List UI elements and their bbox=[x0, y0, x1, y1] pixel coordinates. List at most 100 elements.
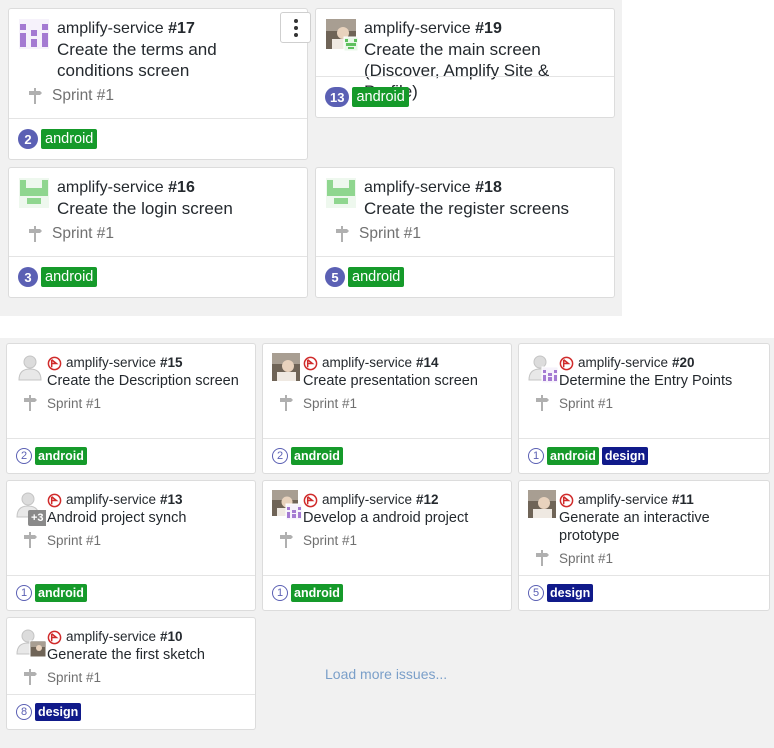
issue-title[interactable]: Create the terms and conditions screen bbox=[57, 39, 297, 81]
issue-card[interactable]: amplify-service #18 Create the register … bbox=[315, 167, 615, 298]
milestone: Sprint #1 bbox=[23, 532, 249, 548]
issue-card[interactable]: amplify-service #19 Create the main scre… bbox=[315, 8, 615, 118]
label-android[interactable]: android bbox=[348, 266, 405, 288]
issue-repo: amplify-service #19 bbox=[364, 20, 502, 37]
estimate-badge: 13 bbox=[325, 87, 350, 107]
label-android[interactable]: android bbox=[291, 583, 343, 603]
card-footer: 1 android bbox=[7, 575, 255, 610]
avatar: +3 bbox=[16, 490, 48, 526]
avatar bbox=[16, 353, 44, 381]
label-design[interactable]: design bbox=[601, 446, 649, 466]
card-footer: 1 android design bbox=[519, 438, 769, 473]
issue-repo: amplify-service #14 bbox=[303, 354, 505, 372]
milestone-icon bbox=[29, 88, 42, 104]
avatar bbox=[326, 19, 359, 52]
issue-title[interactable]: Create the login screen bbox=[57, 198, 297, 219]
estimate-badge: 2 bbox=[18, 129, 38, 149]
avatar bbox=[19, 178, 49, 208]
label-android[interactable]: android bbox=[41, 128, 98, 150]
issue-repo: amplify-service #15 bbox=[47, 354, 249, 372]
milestone-icon bbox=[280, 532, 293, 548]
milestone-icon bbox=[24, 669, 37, 685]
epic-icon bbox=[47, 356, 62, 370]
estimate-badge: 1 bbox=[272, 585, 288, 601]
default-user-icon bbox=[528, 355, 559, 384]
card-menu-button[interactable] bbox=[280, 12, 311, 43]
milestone: Sprint #1 bbox=[28, 225, 297, 243]
estimate-badge: 5 bbox=[325, 267, 345, 287]
estimate-badge: 2 bbox=[16, 448, 32, 464]
issue-title[interactable]: Determine the Entry Points bbox=[559, 372, 763, 390]
issue-title[interactable]: Create the Description screen bbox=[47, 372, 249, 390]
issue-title[interactable]: Develop a android project bbox=[303, 509, 505, 527]
milestone: Sprint #1 bbox=[535, 550, 763, 566]
card-footer: 5 android bbox=[316, 256, 614, 297]
milestone-icon bbox=[280, 395, 293, 411]
estimate-badge: 8 bbox=[16, 704, 32, 720]
kebab-menu-icon bbox=[293, 18, 298, 37]
milestone-icon bbox=[536, 395, 549, 411]
milestone-icon bbox=[29, 226, 42, 242]
label-android[interactable]: android bbox=[35, 583, 87, 603]
issue-card[interactable]: amplify-service #17 Create the terms and… bbox=[8, 8, 311, 160]
avatar-overflow-count: +3 bbox=[31, 512, 44, 524]
issue-title[interactable]: Generate an interactive prototype bbox=[559, 509, 763, 545]
issue-card[interactable]: amplify-service #16 Create the login scr… bbox=[8, 167, 308, 298]
label-android[interactable]: android bbox=[547, 446, 599, 466]
issue-title[interactable]: Generate the first sketch bbox=[47, 646, 249, 664]
label-android[interactable]: android bbox=[291, 446, 343, 466]
user-photo-icon bbox=[272, 490, 303, 521]
issue-card[interactable]: amplify-service #12 Develop a android pro… bbox=[262, 480, 512, 611]
issue-title[interactable]: Create presentation screen bbox=[303, 372, 505, 390]
issue-title[interactable]: Android project synch bbox=[47, 509, 249, 527]
avatar bbox=[326, 178, 356, 208]
label-design[interactable]: design bbox=[547, 583, 594, 603]
epic-icon bbox=[303, 493, 318, 507]
avatar bbox=[528, 353, 559, 384]
milestone-icon bbox=[536, 550, 549, 566]
identicon-icon bbox=[19, 19, 49, 49]
issue-card[interactable]: +3 amplify-service #13 Android project sy… bbox=[6, 480, 256, 611]
milestone-icon bbox=[24, 532, 37, 548]
issue-title[interactable]: Create the register screens bbox=[364, 198, 604, 219]
identicon-icon bbox=[19, 178, 49, 208]
label-android[interactable]: android bbox=[35, 446, 87, 466]
card-footer: 2 android bbox=[9, 118, 307, 159]
label-design[interactable]: design bbox=[35, 702, 82, 722]
epic-icon bbox=[559, 493, 574, 507]
card-footer: 1 android bbox=[263, 575, 511, 610]
label-android[interactable]: android bbox=[352, 86, 409, 108]
issue-repo: amplify-service #10 bbox=[47, 628, 249, 646]
milestone-icon bbox=[24, 395, 37, 411]
epic-icon bbox=[47, 630, 62, 644]
issue-repo: amplify-service #13 bbox=[47, 491, 249, 509]
issue-card[interactable]: amplify-service #11 Generate an interacti… bbox=[518, 480, 770, 611]
identicon-icon bbox=[326, 178, 356, 208]
estimate-badge: 2 bbox=[272, 448, 288, 464]
estimate-badge: 1 bbox=[16, 585, 32, 601]
issue-repo: amplify-service #11 bbox=[559, 491, 763, 509]
user-photo-icon bbox=[272, 353, 300, 381]
milestone-icon bbox=[336, 226, 349, 242]
issue-card[interactable]: amplify-service #15 Create the Descriptio… bbox=[6, 343, 256, 474]
milestone: Sprint #1 bbox=[23, 669, 249, 685]
card-footer: 5 design bbox=[519, 575, 769, 610]
avatar bbox=[19, 19, 49, 49]
issue-card[interactable]: amplify-service #20 Determine the Entry P… bbox=[518, 343, 770, 474]
load-more-link[interactable]: Load more issues... bbox=[325, 666, 447, 682]
issue-repo: amplify-service #20 bbox=[559, 354, 763, 372]
issue-repo: amplify-service #16 bbox=[57, 179, 195, 196]
estimate-badge: 3 bbox=[18, 267, 38, 287]
milestone: Sprint #1 bbox=[279, 395, 505, 411]
milestone: Sprint #1 bbox=[28, 87, 297, 105]
issue-card[interactable]: amplify-service #10 Generate the first sk… bbox=[6, 617, 256, 730]
label-android[interactable]: android bbox=[41, 266, 98, 288]
avatar bbox=[272, 490, 303, 521]
issue-repo: amplify-service #17 bbox=[57, 20, 195, 37]
issue-card[interactable]: amplify-service #14 Create presentation s… bbox=[262, 343, 512, 474]
epic-icon bbox=[47, 493, 62, 507]
avatar bbox=[528, 490, 556, 518]
default-user-icon bbox=[18, 355, 42, 381]
issue-repo: amplify-service #18 bbox=[364, 179, 502, 196]
card-footer: 8 design bbox=[7, 694, 255, 729]
